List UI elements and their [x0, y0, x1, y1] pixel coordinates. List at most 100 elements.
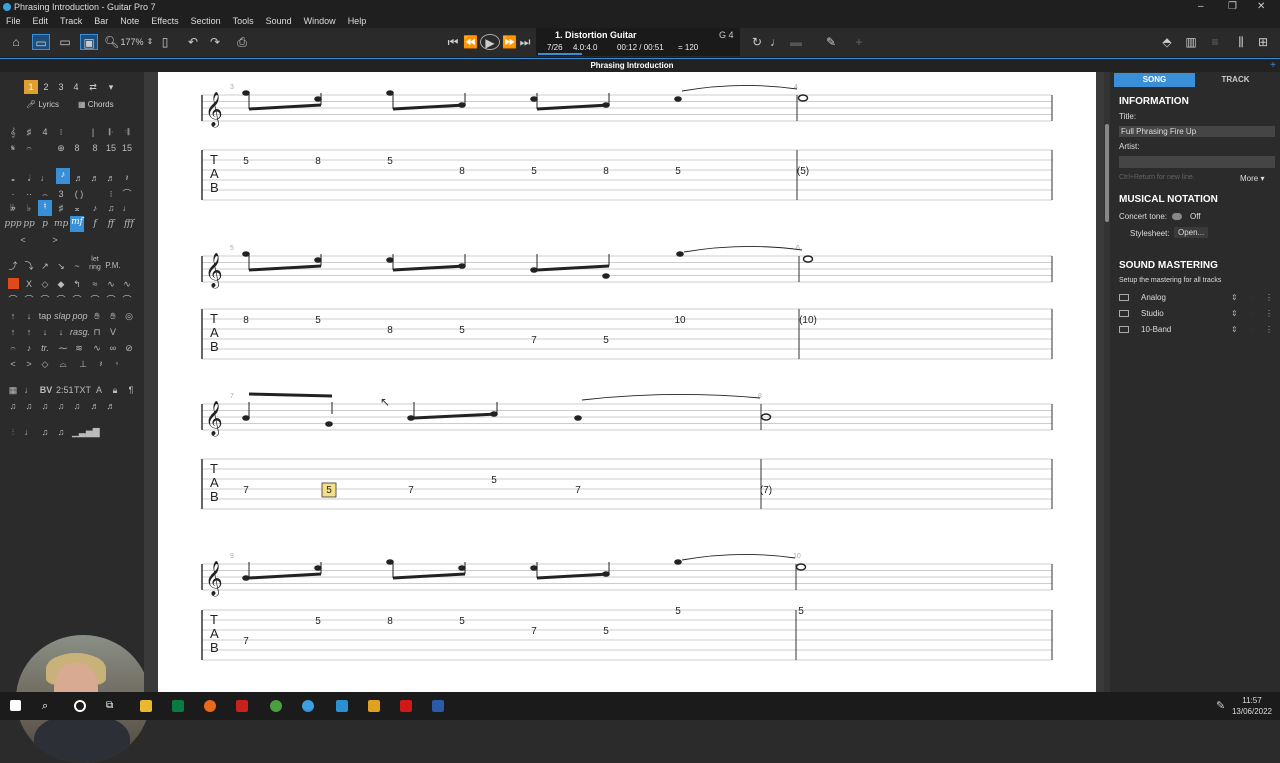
double-dot-icon[interactable]: ··: [22, 188, 36, 200]
menu-effects[interactable]: Effects: [151, 14, 178, 28]
ghost-note-icon[interactable]: ( ): [72, 188, 86, 200]
staff-notes-icon[interactable]: ♫: [54, 426, 68, 438]
stylesheet-open-button[interactable]: Open...: [1174, 227, 1209, 238]
arrow-left-icon[interactable]: <: [6, 358, 20, 370]
note-head[interactable]: [325, 421, 333, 427]
brush-icon[interactable]: ⌒: [104, 294, 118, 306]
tab-fret-number[interactable]: 5: [491, 475, 497, 486]
barre-button[interactable]: BV: [38, 384, 54, 396]
ottava-icon[interactable]: 8: [70, 142, 84, 154]
tab-fret-number[interactable]: 5: [675, 606, 681, 617]
pick-up-icon[interactable]: ⌒: [70, 294, 84, 306]
mastering-item-analog[interactable]: Analog ⇕ ◌ ⋮: [1119, 291, 1279, 305]
dynamic-fff[interactable]: fff: [120, 218, 138, 230]
lyrics-button[interactable]: 🎤︎ Lyrics: [26, 100, 59, 109]
redo-icon[interactable]: ↷: [208, 34, 222, 50]
quindicesima-bassa-icon[interactable]: 15: [120, 142, 134, 154]
golpe-icon[interactable]: 𝄐: [6, 342, 20, 354]
tremolo-bar-icon[interactable]: ∿: [90, 342, 104, 354]
voice-tab-1[interactable]: 1: [24, 80, 38, 94]
fast-forward-icon[interactable]: ⏩: [502, 34, 517, 50]
tab-fret-number[interactable]: 8: [387, 325, 393, 336]
menu-tools[interactable]: Tools: [233, 14, 254, 28]
repeat-close-icon[interactable]: 𝄇: [120, 126, 134, 138]
preset-stepper-icon[interactable]: ⇕: [1231, 307, 1238, 321]
artist-field[interactable]: [1119, 156, 1275, 168]
tie-icon[interactable]: ⌢: [38, 188, 52, 200]
treble-clef-icon[interactable]: 𝄞: [6, 126, 20, 138]
tab-fret-number[interactable]: 7: [575, 485, 581, 496]
home-icon[interactable]: ⌂: [8, 34, 24, 50]
palette-dropdown-icon[interactable]: ▾: [104, 80, 118, 94]
add-track-icon[interactable]: +: [852, 34, 866, 50]
pop-button[interactable]: pop: [72, 310, 88, 322]
trill-button[interactable]: tr.: [38, 342, 52, 354]
menu-bar-item[interactable]: Bar: [94, 14, 108, 28]
slur-icon[interactable]: ⌒: [120, 188, 134, 200]
eighth-note-icon[interactable]: ♪: [56, 168, 70, 184]
preset-stepper-icon[interactable]: ⇕: [1231, 323, 1238, 337]
diamond-icon[interactable]: ◇: [38, 358, 52, 370]
dynamic-mf[interactable]: mf: [70, 216, 84, 232]
tab-fret-number[interactable]: 7: [243, 485, 249, 496]
dot-icon[interactable]: ·: [6, 188, 20, 200]
beamed-notes-2-icon[interactable]: ♫: [22, 400, 36, 412]
menu-sound[interactable]: Sound: [266, 14, 292, 28]
beam-break-icon[interactable]: ♫: [104, 202, 118, 214]
chord-grid-icon[interactable]: ▦: [6, 384, 20, 396]
sixty-fourth-note-icon[interactable]: ♬: [104, 172, 118, 184]
more-options-icon[interactable]: ⋮: [1265, 291, 1273, 305]
voice-tab-3[interactable]: 3: [54, 80, 68, 94]
menu-note[interactable]: Note: [120, 14, 139, 28]
grace-on-icon[interactable]: ⊥: [74, 358, 92, 370]
tab-fret-number[interactable]: 7: [531, 626, 537, 637]
menu-track[interactable]: Track: [60, 14, 82, 28]
levels-icon[interactable]: ▁▃▅▇: [72, 426, 100, 438]
tab-fret-number[interactable]: (10): [799, 315, 817, 326]
tab-fret-number[interactable]: 5: [387, 156, 393, 167]
rhythm-notes-icon[interactable]: ♩: [22, 426, 36, 438]
page-view-icon[interactable]: ▭: [32, 34, 50, 50]
palm-mute-button[interactable]: P.M.: [104, 260, 122, 272]
grace-before-icon[interactable]: ⌓: [54, 358, 72, 370]
acrobat-icon[interactable]: [400, 700, 412, 712]
alternate-ending-icon[interactable]: 𝄋: [6, 142, 20, 154]
dead-note-icon[interactable]: X: [22, 278, 36, 290]
tab-fret-number[interactable]: 5: [531, 166, 537, 177]
store-icon[interactable]: [172, 700, 184, 712]
whole-note-head[interactable]: [802, 255, 814, 263]
metronome-icon[interactable]: ♩: [770, 34, 782, 50]
note-head[interactable]: [676, 251, 684, 257]
fade-icon[interactable]: ◎: [122, 310, 136, 322]
power-icon[interactable]: ◌: [1249, 323, 1254, 337]
crescendo-icon[interactable]: <: [8, 234, 38, 246]
tab-fret-number[interactable]: 5: [675, 166, 681, 177]
task-view-icon[interactable]: ⧉: [106, 700, 118, 712]
beamed-notes-4-icon[interactable]: ♫: [54, 400, 68, 412]
tab-fret-number[interactable]: (5): [797, 166, 809, 177]
power-icon[interactable]: ◌: [1249, 291, 1254, 305]
note-head[interactable]: [602, 273, 610, 279]
media-player-icon[interactable]: [368, 700, 380, 712]
instrument-view-icon[interactable]: ≡: [1208, 34, 1222, 50]
mastering-item-studio[interactable]: Studio ⇕ ◌ ⋮: [1119, 307, 1279, 321]
stem-icon[interactable]: ♩: [120, 202, 134, 214]
more-button[interactable]: More ▾: [1240, 174, 1264, 183]
voice-swap-icon[interactable]: ⇄: [86, 80, 100, 94]
fingering-icon[interactable]: ♪: [22, 342, 36, 354]
tab-fret-number[interactable]: 10: [674, 315, 686, 326]
tab-fret-number[interactable]: 5: [798, 606, 804, 617]
keyboard-icon[interactable]: ⊞: [1256, 34, 1270, 50]
tab-fret-number[interactable]: 5: [603, 626, 609, 637]
arrow-right-icon[interactable]: >: [22, 358, 36, 370]
voice-tab-2[interactable]: 2: [39, 80, 53, 94]
more-options-icon[interactable]: ⋮: [1265, 307, 1273, 321]
zoom-stepper-icon[interactable]: ⇕: [146, 34, 154, 50]
fretboard-icon[interactable]: ⫼: [1234, 34, 1248, 50]
whole-note-head[interactable]: [797, 94, 809, 102]
firefox-icon[interactable]: [204, 700, 216, 712]
tab-fret-number[interactable]: 5: [459, 616, 465, 627]
quarter-note-icon[interactable]: ♩: [38, 172, 52, 184]
tab-fret-number[interactable]: 5: [315, 616, 321, 627]
upstroke-icon[interactable]: ⊓: [90, 326, 104, 338]
